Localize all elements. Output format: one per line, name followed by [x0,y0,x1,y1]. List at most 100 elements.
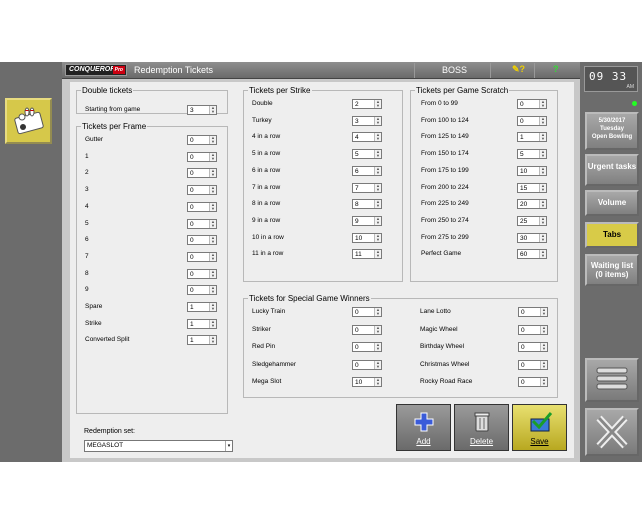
spinner-arrows-icon[interactable]: ▲ ▼ [209,169,216,178]
spinner-arrows-icon[interactable]: ▲ ▼ [539,216,546,225]
spinner-arrows-icon[interactable]: ▲ ▼ [209,336,216,345]
spinner-arrows-icon[interactable]: ▲ ▼ [374,150,381,159]
spinner-arrows-icon[interactable]: ▲ ▼ [209,219,216,228]
spinner-arrows-icon[interactable]: ▲ ▼ [209,136,216,144]
strike-row-spinner[interactable]: 10 ▲ ▼ [352,232,382,243]
spinner-arrows-icon[interactable]: ▲ ▼ [374,360,381,369]
scratch-row-spinner[interactable]: 20 ▲ ▼ [517,199,547,210]
spinner-arrows-icon[interactable]: ▲ ▼ [539,233,546,242]
frame-row-spinner[interactable]: 1 ▲ ▼ [187,318,217,329]
spinner-arrows-icon[interactable]: ▲ ▼ [209,319,216,328]
check-question-icon[interactable]: ? [553,64,559,74]
add-button[interactable]: Add [396,404,451,451]
delete-button[interactable]: Delete [454,404,509,451]
scratch-row-spinner[interactable]: 30 ▲ ▼ [517,232,547,243]
urgent-tasks-button[interactable]: Urgent tasks [585,154,639,186]
spinner-arrows-icon[interactable]: ▲ ▼ [540,325,547,334]
bowling-tickets-tool-button[interactable] [5,98,52,144]
frame-row-spinner[interactable]: 0 ▲ ▼ [187,168,217,179]
special-right-row-spinner[interactable]: 0 ▲ ▼ [518,377,548,387]
spinner-arrows-icon[interactable]: ▲ ▼ [540,360,547,369]
date-mode-button[interactable]: 5/30/2017 Tuesday Open Bowling [585,112,639,150]
chevron-down-icon[interactable]: ▾ [225,441,232,451]
spinner-arrows-icon[interactable]: ▲ ▼ [209,106,216,114]
waiting-list-button[interactable]: Waiting list (0 items) [585,254,639,286]
strike-row-spinner[interactable]: 3 ▲ ▼ [352,115,382,126]
special-right-row-spinner[interactable]: 0 ▲ ▼ [518,307,548,317]
spinner-arrows-icon[interactable]: ▲ ▼ [374,233,381,242]
close-button[interactable] [585,408,639,456]
frame-row-spinner[interactable]: 0 ▲ ▼ [187,135,217,145]
spinner-arrows-icon[interactable]: ▲ ▼ [539,100,546,108]
spinner-arrows-icon[interactable]: ▲ ▼ [209,236,216,245]
scratch-row-spinner[interactable]: 60 ▲ ▼ [517,249,547,260]
starting-game-spinner[interactable]: 3 ▲ ▼ [187,105,217,115]
special-left-row-spinner[interactable]: 10 ▲ ▼ [352,377,382,387]
help-question-icon[interactable]: ✎? [512,64,525,75]
spinner-arrows-icon[interactable]: ▲ ▼ [209,252,216,261]
scratch-row-spinner[interactable]: 5 ▲ ▼ [517,149,547,160]
spinner-arrows-icon[interactable]: ▲ ▼ [539,200,546,209]
spinner-arrows-icon[interactable]: ▲ ▼ [374,100,381,108]
special-right-row-spinner[interactable]: 0 ▲ ▼ [518,359,548,370]
frame-row-spinner[interactable]: 0 ▲ ▼ [187,185,217,196]
scratch-row-spinner[interactable]: 1 ▲ ▼ [517,132,547,143]
special-left-row-spinner[interactable]: 0 ▲ ▼ [352,307,382,317]
strike-row-spinner[interactable]: 2 ▲ ▼ [352,99,382,109]
strike-row-spinner[interactable]: 4 ▲ ▼ [352,132,382,143]
scratch-row-spinner[interactable]: 15 ▲ ▼ [517,182,547,193]
frame-row-spinner[interactable]: 1 ▲ ▼ [187,302,217,312]
spinner-arrows-icon[interactable]: ▲ ▼ [540,308,547,316]
frame-row-spinner[interactable]: 0 ▲ ▼ [187,151,217,162]
spinner-arrows-icon[interactable]: ▲ ▼ [209,152,216,161]
spinner-arrows-icon[interactable]: ▲ ▼ [374,378,381,386]
strike-row-spinner[interactable]: 8 ▲ ▼ [352,199,382,210]
strike-row-spinner[interactable]: 6 ▲ ▼ [352,165,382,176]
spinner-arrows-icon[interactable]: ▲ ▼ [539,250,546,259]
spinner-arrows-icon[interactable]: ▲ ▼ [539,116,546,125]
frame-row-spinner[interactable]: 0 ▲ ▼ [187,251,217,262]
spinner-arrows-icon[interactable]: ▲ ▼ [374,133,381,142]
spinner-arrows-icon[interactable]: ▲ ▼ [374,308,381,316]
spinner-arrows-icon[interactable]: ▲ ▼ [209,303,216,311]
spinner-arrows-icon[interactable]: ▲ ▼ [209,202,216,211]
spinner-arrows-icon[interactable]: ▲ ▼ [539,133,546,142]
scratch-row-spinner[interactable]: 10 ▲ ▼ [517,165,547,176]
spinner-arrows-icon[interactable]: ▲ ▼ [540,378,547,386]
save-button[interactable]: Save [512,404,567,451]
strike-row-spinner[interactable]: 11 ▲ ▼ [352,249,382,260]
special-left-row-spinner[interactable]: 0 ▲ ▼ [352,359,382,370]
strike-row-spinner[interactable]: 7 ▲ ▼ [352,182,382,193]
frame-row-spinner[interactable]: 0 ▲ ▼ [187,268,217,279]
spinner-arrows-icon[interactable]: ▲ ▼ [540,343,547,351]
frame-row-spinner[interactable]: 1 ▲ ▼ [187,335,217,346]
frame-row-spinner[interactable]: 0 ▲ ▼ [187,201,217,212]
spinner-arrows-icon[interactable]: ▲ ▼ [374,216,381,225]
volume-button[interactable]: Volume [585,190,639,216]
frame-row-spinner[interactable]: 0 ▲ ▼ [187,285,217,296]
tabs-button[interactable]: Tabs [585,222,639,248]
strike-row-spinner[interactable]: 9 ▲ ▼ [352,215,382,226]
spinner-arrows-icon[interactable]: ▲ ▼ [539,166,546,175]
spinner-arrows-icon[interactable]: ▲ ▼ [374,183,381,192]
strike-row-spinner[interactable]: 5 ▲ ▼ [352,149,382,160]
spinner-arrows-icon[interactable]: ▲ ▼ [374,343,381,351]
redemption-set-select[interactable]: MEGASLOT ▾ [84,440,233,452]
spinner-arrows-icon[interactable]: ▲ ▼ [539,183,546,192]
frame-row-spinner[interactable]: 0 ▲ ▼ [187,218,217,229]
special-right-row-spinner[interactable]: 0 ▲ ▼ [518,342,548,352]
special-left-row-spinner[interactable]: 0 ▲ ▼ [352,342,382,352]
spinner-arrows-icon[interactable]: ▲ ▼ [374,116,381,125]
spinner-arrows-icon[interactable]: ▲ ▼ [209,186,216,195]
spinner-arrows-icon[interactable]: ▲ ▼ [374,200,381,209]
frame-row-spinner[interactable]: 0 ▲ ▼ [187,235,217,246]
special-left-row-spinner[interactable]: 0 ▲ ▼ [352,324,382,335]
spinner-arrows-icon[interactable]: ▲ ▼ [539,150,546,159]
spinner-arrows-icon[interactable]: ▲ ▼ [374,166,381,175]
spinner-arrows-icon[interactable]: ▲ ▼ [374,250,381,259]
spinner-arrows-icon[interactable]: ▲ ▼ [374,325,381,334]
scratch-row-spinner[interactable]: 0 ▲ ▼ [517,115,547,126]
scratch-row-spinner[interactable]: 0 ▲ ▼ [517,99,547,109]
special-right-row-spinner[interactable]: 0 ▲ ▼ [518,324,548,335]
scratch-row-spinner[interactable]: 25 ▲ ▼ [517,215,547,226]
